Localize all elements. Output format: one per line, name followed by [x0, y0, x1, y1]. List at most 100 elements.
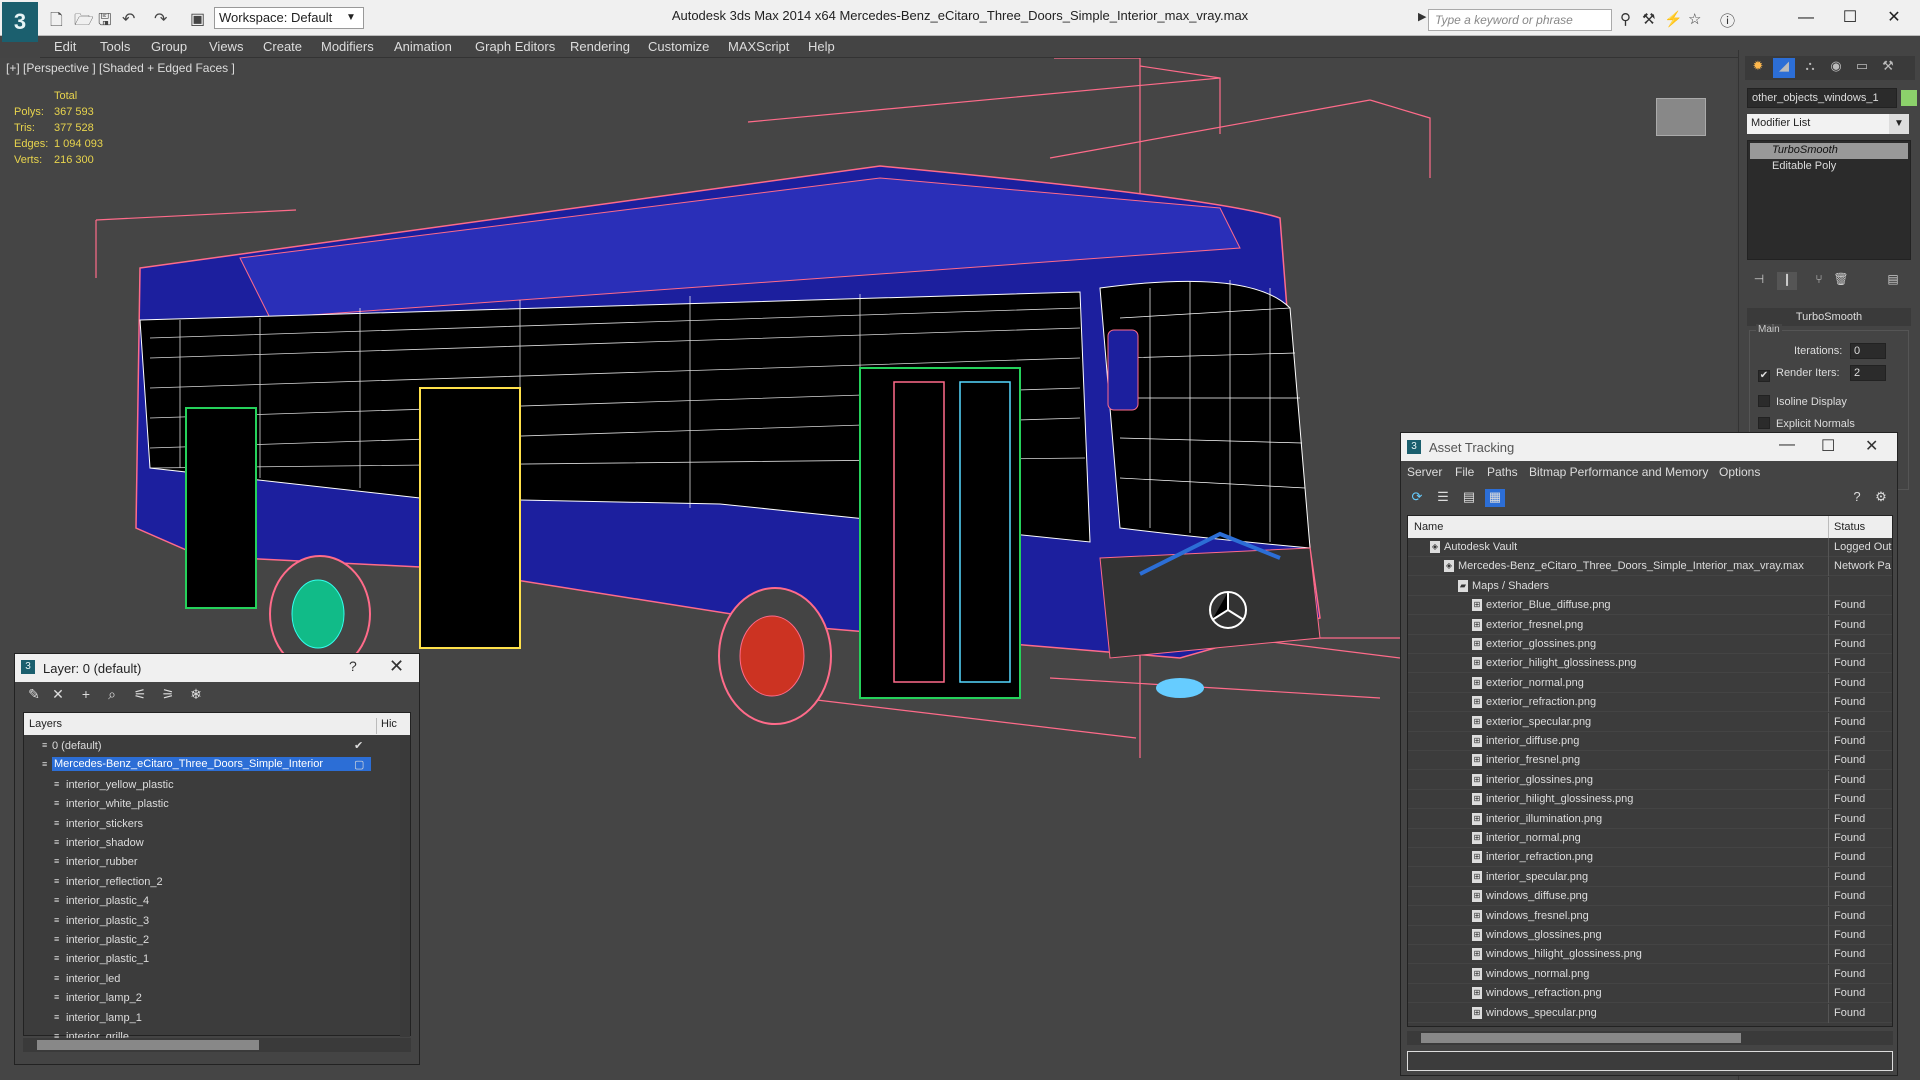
select-objects-icon[interactable]: ⌕ [101, 686, 123, 704]
help-icon[interactable]: ? [349, 658, 357, 674]
maximize-button[interactable]: ☐ [1821, 436, 1835, 456]
asset-row[interactable]: ⊞ interior_hilight_glossiness.png Found [1408, 790, 1892, 810]
asset-row[interactable]: ⊞ windows_glossines.png Found [1408, 926, 1892, 945]
asset-row[interactable]: ⊞ exterior_glossines.png Found [1408, 635, 1892, 654]
layer-row[interactable]: ≡ interior_stickers [24, 815, 400, 834]
asset-row[interactable]: ⊞ exterior_Blue_diffuse.png Found [1408, 596, 1892, 616]
asset-row[interactable]: ⊞ exterior_normal.png Found [1408, 673, 1892, 693]
layer-row[interactable]: ≡ interior_white_plastic [24, 795, 400, 814]
motion-tab-icon[interactable]: ◉ [1825, 58, 1847, 78]
menu-server[interactable]: Server [1407, 465, 1442, 479]
favorites-star-icon[interactable]: ☆ [1688, 10, 1701, 28]
asset-row[interactable]: ⊞ interior_normal.png Found [1408, 829, 1892, 848]
render-iters-spinner[interactable]: 2 [1850, 365, 1886, 381]
modify-tab-icon[interactable]: ◢ [1773, 58, 1795, 78]
asset-row[interactable]: ⊞ interior_fresnel.png Found [1408, 751, 1892, 771]
layer-hide-toggle[interactable]: ▢ [354, 758, 364, 771]
menu-create[interactable]: Create [263, 39, 302, 54]
object-color-swatch[interactable] [1901, 90, 1917, 106]
stack-item-turbosmooth[interactable]: TurboSmooth [1750, 143, 1908, 159]
asset-row[interactable]: ◈ Mercedes-Benz_eCitaro_Three_Doors_Simpl… [1408, 557, 1892, 577]
asset-row[interactable]: ⊞ interior_refraction.png Found [1408, 848, 1892, 868]
add-to-layer-icon[interactable]: + [75, 686, 97, 704]
highlight-layer-icon[interactable]: ⚟ [129, 686, 151, 704]
layer-row[interactable]: ≡ Mercedes-Benz_eCitaro_Three_Doors_Simpl… [24, 756, 400, 775]
layer-row[interactable]: ≡ interior_plastic_3 [24, 912, 400, 931]
menu-bitmap-performance[interactable]: Bitmap Performance and Memory [1529, 465, 1708, 479]
maximize-button[interactable]: ☐ [1830, 4, 1870, 32]
asset-row[interactable]: ⊞ exterior_refraction.png Found [1408, 693, 1892, 713]
search-input[interactable]: Type a keyword or phrase [1428, 9, 1612, 31]
menu-animation[interactable]: Animation [394, 39, 452, 54]
asset-row[interactable]: ◈ Autodesk Vault Logged Out [1408, 538, 1892, 557]
minimize-button[interactable]: — [1786, 4, 1826, 32]
menu-file[interactable]: File [1455, 465, 1474, 479]
minimize-button[interactable]: — [1779, 436, 1795, 454]
layer-row[interactable]: ≡ interior_rubber [24, 853, 400, 872]
menu-edit[interactable]: Edit [54, 39, 76, 54]
menu-tools[interactable]: Tools [100, 39, 130, 54]
scroll-thumb[interactable] [1421, 1033, 1741, 1043]
close-icon[interactable]: ✕ [389, 656, 404, 677]
table-view-icon[interactable]: ▦ [1485, 489, 1505, 507]
layer-row[interactable]: ≡ interior_plastic_4 [24, 892, 400, 911]
asset-row[interactable]: ⊞ windows_diffuse.png Found [1408, 887, 1892, 907]
utilities-tab-icon[interactable]: ⚒ [1877, 58, 1899, 78]
show-end-result-icon[interactable]: ❙ [1777, 272, 1797, 290]
create-tab-icon[interactable]: ✹ [1747, 58, 1769, 78]
binoculars-icon[interactable]: ⚲ [1620, 10, 1631, 28]
vertical-scrollbar[interactable] [400, 735, 410, 1037]
refresh-icon[interactable]: ⟳ [1407, 489, 1427, 507]
help-icon[interactable]: ⓘ [1720, 10, 1735, 31]
menu-views[interactable]: Views [209, 39, 243, 54]
layer-row[interactable]: ≡ interior_reflection_2 [24, 873, 400, 892]
communication-icon[interactable]: ⚡ [1664, 10, 1683, 28]
column-status[interactable]: Status [1828, 516, 1865, 538]
app-logo[interactable]: 3 [2, 2, 38, 42]
display-tab-icon[interactable]: ▭ [1851, 58, 1873, 78]
menu-graph-editors[interactable]: Graph Editors [475, 39, 555, 54]
asset-row[interactable]: ⊞ windows_refraction.png Found [1408, 984, 1892, 1004]
asset-row[interactable]: ⊞ exterior_specular.png Found [1408, 712, 1892, 732]
menu-group[interactable]: Group [151, 39, 187, 54]
settings-icon[interactable]: ⚙ [1871, 489, 1891, 507]
asset-row[interactable]: ▰ Maps / Shaders [1408, 576, 1892, 596]
configure-sets-icon[interactable]: ▤ [1883, 272, 1903, 290]
horizontal-scrollbar[interactable] [1407, 1031, 1893, 1045]
layer-row[interactable]: ≡ interior_lamp_2 [24, 989, 400, 1008]
explicit-normals-checkbox[interactable] [1758, 417, 1770, 429]
freeze-all-icon[interactable]: ❄ [185, 686, 207, 704]
stack-item-editable-poly[interactable]: Editable Poly [1750, 159, 1908, 175]
menu-paths[interactable]: Paths [1487, 465, 1518, 479]
chevron-down-icon[interactable]: ▼ [1889, 114, 1909, 134]
asset-row[interactable]: ⊞ windows_specular.png Found [1408, 1003, 1892, 1023]
delete-layer-icon[interactable]: ✕ [47, 686, 69, 704]
isoline-checkbox[interactable] [1758, 395, 1770, 407]
asset-row[interactable]: ⊞ windows_normal.png Found [1408, 964, 1892, 984]
layer-hide-toggle[interactable]: ✔ [354, 739, 363, 752]
asset-row[interactable]: ⊞ interior_specular.png Found [1408, 867, 1892, 887]
help-icon[interactable]: ? [1847, 489, 1867, 507]
menu-customize[interactable]: Customize [648, 39, 709, 54]
layer-row[interactable]: ≡ interior_lamp_1 [24, 1009, 400, 1028]
modifier-list-select[interactable]: Modifier List [1747, 114, 1909, 134]
column-layers[interactable]: Layers [29, 718, 62, 730]
menu-modifiers[interactable]: Modifiers [321, 39, 374, 54]
scroll-thumb[interactable] [37, 1040, 259, 1050]
asset-row[interactable]: ⊞ exterior_fresnel.png Found [1408, 615, 1892, 635]
layer-row[interactable]: ≡ interior_plastic_2 [24, 931, 400, 950]
menu-help[interactable]: Help [808, 39, 835, 54]
layer-row[interactable]: ≡ interior_shadow [24, 834, 400, 853]
asset-row[interactable]: ⊞ interior_diffuse.png Found [1408, 732, 1892, 751]
object-name-field[interactable]: other_objects_windows_1 [1747, 88, 1897, 108]
detail-view-icon[interactable]: ▤ [1459, 489, 1479, 507]
make-unique-icon[interactable]: ⑂ [1809, 272, 1829, 290]
asset-row[interactable]: ⊞ windows_hilight_glossiness.png Found [1408, 945, 1892, 965]
layer-row[interactable]: ≡ interior_led [24, 970, 400, 989]
column-name[interactable]: Name [1414, 521, 1443, 533]
column-hide[interactable]: Hic [376, 718, 397, 734]
close-button[interactable]: ✕ [1865, 436, 1878, 456]
list-view-icon[interactable]: ☰ [1433, 489, 1453, 507]
menu-rendering[interactable]: Rendering [570, 39, 630, 54]
layer-row[interactable]: ≡ 0 (default) ✔ [24, 737, 400, 756]
